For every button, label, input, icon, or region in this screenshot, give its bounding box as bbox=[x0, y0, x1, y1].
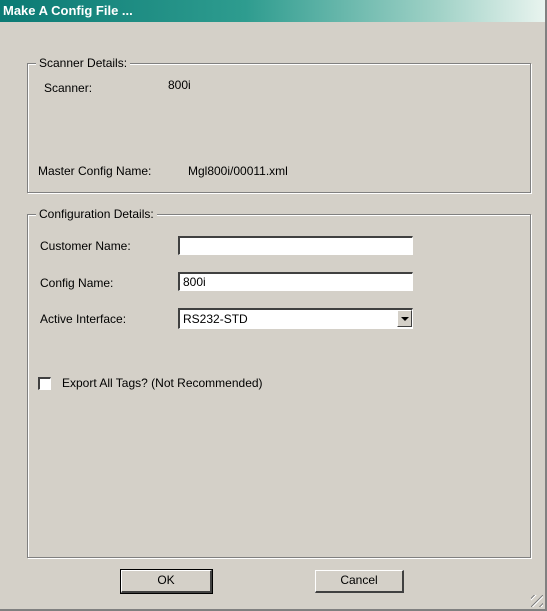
scanner-label: Scanner: bbox=[44, 81, 93, 95]
scanner-value: 800i bbox=[168, 78, 191, 92]
scanner-details-legend: Scanner Details: bbox=[36, 56, 131, 70]
config-name-label: Config Name: bbox=[40, 276, 114, 290]
chevron-down-icon bbox=[401, 317, 409, 321]
configuration-details-legend: Configuration Details: bbox=[36, 207, 157, 221]
active-interface-select[interactable]: RS232-STD bbox=[178, 308, 413, 329]
export-all-checkbox[interactable] bbox=[38, 377, 51, 390]
resize-grip-icon[interactable] bbox=[531, 595, 543, 607]
ok-button[interactable]: OK bbox=[120, 569, 213, 594]
configuration-details-group: Configuration Details: Customer Name: Co… bbox=[27, 207, 531, 558]
active-interface-value: RS232-STD bbox=[183, 312, 248, 326]
customer-name-input[interactable] bbox=[178, 236, 413, 255]
active-interface-label: Active Interface: bbox=[40, 312, 127, 326]
config-name-input[interactable] bbox=[178, 272, 413, 291]
dropdown-button[interactable] bbox=[397, 310, 412, 327]
scanner-details-group: Scanner Details: Scanner: 800i Master Co… bbox=[27, 56, 531, 193]
window-title: Make A Config File ... bbox=[3, 3, 133, 18]
master-config-label: Master Config Name: bbox=[38, 164, 152, 178]
title-bar[interactable]: Make A Config File ... bbox=[0, 0, 545, 22]
export-all-label[interactable]: Export All Tags? (Not Recommended) bbox=[62, 376, 263, 390]
cancel-button[interactable]: Cancel bbox=[315, 570, 404, 593]
master-config-value: Mgl800i/00011.xml bbox=[188, 164, 288, 178]
customer-name-label: Customer Name: bbox=[40, 239, 131, 253]
dialog-window: Make A Config File ... Scanner Details: … bbox=[0, 0, 547, 611]
